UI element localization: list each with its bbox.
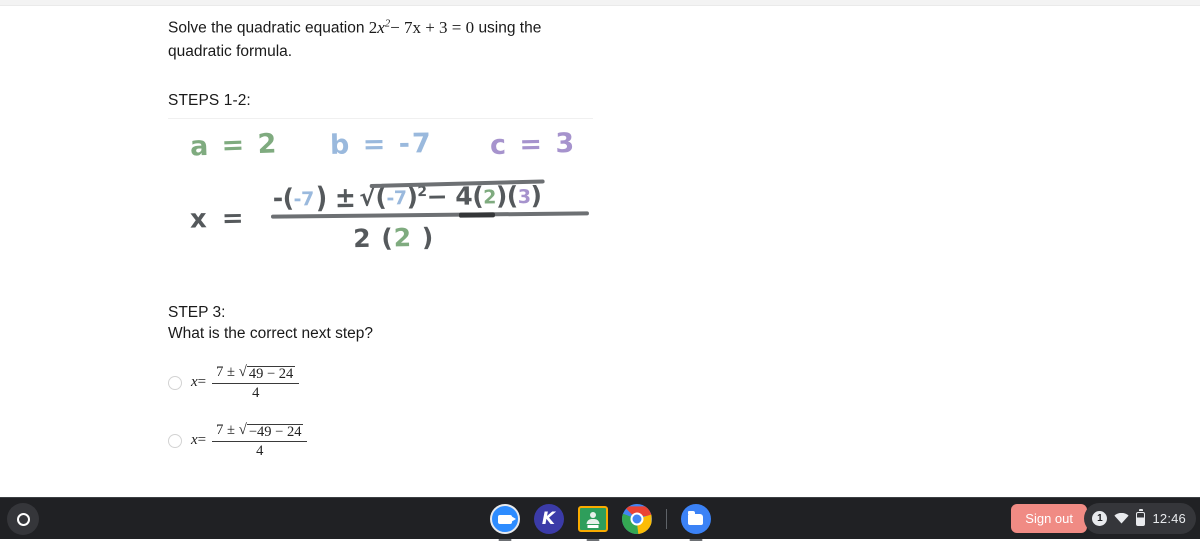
option-2-expression: x= 7 ± √−49 − 24 4 <box>191 422 307 460</box>
handwritten-radical: √(-7)2− 4(2)(3) <box>359 180 541 211</box>
launcher-button[interactable] <box>7 503 39 535</box>
notification-count-badge: 1 <box>1092 511 1107 526</box>
option-1-radicand: 49 − 24 <box>247 366 295 382</box>
radio-button-option-1[interactable] <box>168 376 182 390</box>
denominator-close: ) <box>412 222 435 251</box>
radicand-b-substitution: -7 <box>386 187 406 209</box>
denominator-a-substitution: 2 <box>393 223 412 252</box>
classroom-person-body <box>586 519 599 524</box>
classroom-person-head <box>590 512 596 518</box>
chromeos-shelf: K Sign out <box>0 497 1200 539</box>
step-3-label: STEP 3: <box>168 302 808 323</box>
sign-out-button[interactable]: Sign out <box>1011 504 1087 533</box>
clock-time: 12:46 <box>1152 511 1186 526</box>
equation-variable: x <box>377 18 385 37</box>
shelf-separator <box>666 509 667 529</box>
steps-1-2-label: STEPS 1-2: <box>168 92 808 110</box>
option-1-variable: x <box>191 374 198 390</box>
option-2-sqrt: √−49 − 24 <box>239 423 304 440</box>
kami-icon: K <box>534 504 564 534</box>
option-2-numerator: 7 ± √−49 − 24 <box>212 422 307 441</box>
shelf-item-zoom[interactable] <box>490 504 520 534</box>
option-1-numerator: 7 ± √49 − 24 <box>212 364 299 383</box>
status-tray[interactable]: 1 12:46 <box>1084 503 1196 534</box>
wifi-icon <box>1114 513 1129 524</box>
option-1-numerator-prefix: 7 ± <box>216 364 235 380</box>
equation-remainder: − 7x + 3 = 0 <box>390 18 474 37</box>
option-1-sqrt: √49 − 24 <box>239 365 296 382</box>
answer-option-1[interactable]: x= 7 ± √49 − 24 4 <box>168 364 808 402</box>
answer-option-2[interactable]: x= 7 ± √−49 − 24 4 <box>168 422 808 460</box>
files-icon <box>681 504 711 534</box>
radio-button-option-2[interactable] <box>168 434 182 448</box>
handwritten-numerator: -(-7) ± √(-7)2− 4(2)(3) <box>271 180 591 212</box>
document-column: Solve the quadratic equation 2x2− 7x + 3… <box>168 7 808 460</box>
video-camera-glyph <box>498 515 512 524</box>
step-3-question: What is the correct next step? <box>168 323 808 344</box>
step-3-section: STEP 3: What is the correct next step? x… <box>168 302 808 460</box>
launcher-circle-icon <box>17 513 30 526</box>
handwritten-x-equals: x = <box>190 203 247 234</box>
handwritten-b-value: b = -7 <box>330 128 433 161</box>
classroom-board-strip <box>587 525 598 528</box>
handwritten-work-area: a = 2 b = -7 c = 3 x = -(-7) ± √(-7)2− 4… <box>168 130 788 280</box>
option-2-numerator-prefix: 7 ± <box>216 422 235 438</box>
option-1-lhs: x= <box>191 374 206 391</box>
numerator-plus-minus: ) ± <box>314 180 358 214</box>
scrolled-page-top-strip <box>0 0 1200 6</box>
option-1-equals: = <box>198 374 206 390</box>
sqrt-icon: √ <box>239 365 247 380</box>
numerator-lead: -( <box>273 183 294 212</box>
option-1-expression: x= 7 ± √49 − 24 4 <box>191 364 299 402</box>
option-1-denominator: 4 <box>252 384 259 402</box>
handwritten-denominator: 2 (2 ) <box>353 222 435 253</box>
radicand-c-substitution: 3 <box>518 186 531 208</box>
sqrt-icon: √ <box>239 423 247 438</box>
handwritten-c-value: c = 3 <box>490 128 577 161</box>
handwritten-quadratic-formula: -(-7) ± √(-7)2− 4(2)(3) 2 (2 ) <box>271 180 592 253</box>
option-2-radicand: −49 − 24 <box>247 424 304 440</box>
chrome-blue-center <box>630 513 643 526</box>
section-divider <box>168 118 593 119</box>
handwritten-a-value: a = 2 <box>189 128 278 162</box>
shelf-item-google-classroom[interactable] <box>578 504 608 534</box>
prompt-equation: 2x2− 7x + 3 = 0 <box>369 18 474 37</box>
document-page: Solve the quadratic equation 2x2− 7x + 3… <box>0 7 1200 497</box>
prompt-lead-text: Solve the quadratic equation <box>168 20 364 37</box>
option-2-denominator: 4 <box>256 442 263 460</box>
zoom-icon <box>490 504 520 534</box>
battery-icon <box>1136 512 1145 526</box>
option-2-lhs: x= <box>191 432 206 449</box>
google-classroom-icon <box>578 506 608 532</box>
question-prompt: Solve the quadratic equation 2x2− 7x + 3… <box>168 7 588 63</box>
option-2-equals: = <box>198 432 206 448</box>
numerator-b-substitution: -7 <box>294 188 314 210</box>
option-2-variable: x <box>191 432 198 448</box>
denominator-lead: 2 ( <box>353 223 394 253</box>
fraction-bar-overdraw <box>459 212 495 217</box>
shelf-item-files[interactable] <box>681 504 711 534</box>
shelf-item-kami[interactable]: K <box>534 504 564 534</box>
shelf-item-chrome[interactable] <box>622 504 652 534</box>
option-1-fraction: 7 ± √49 − 24 4 <box>212 364 299 402</box>
chrome-icon <box>622 504 652 534</box>
option-2-fraction: 7 ± √−49 − 24 4 <box>212 422 307 460</box>
radicand-a-substitution: 2 <box>483 186 496 208</box>
folder-glyph <box>688 514 703 525</box>
